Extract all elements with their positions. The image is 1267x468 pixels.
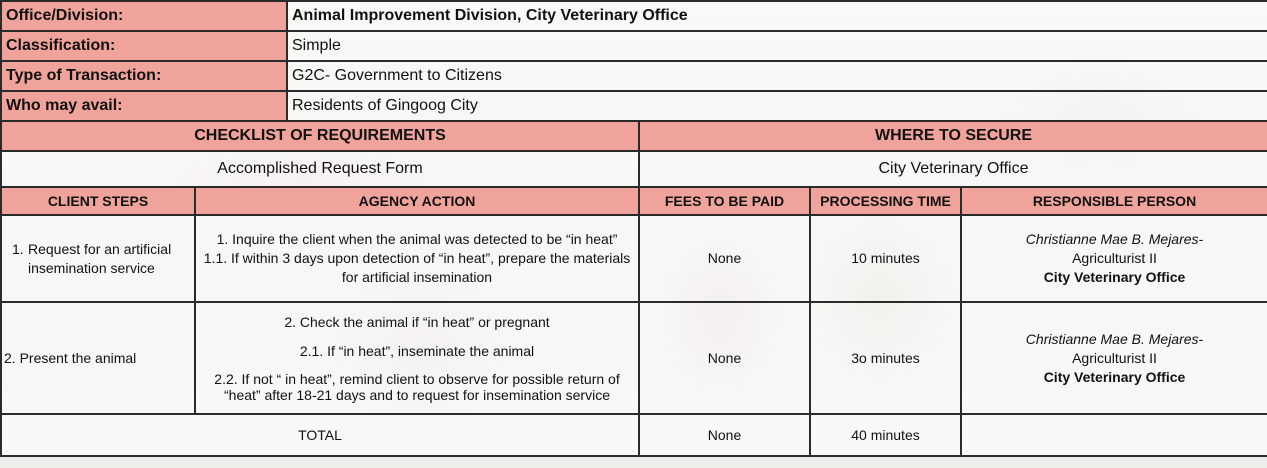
- checklist-header: CHECKLIST OF REQUIREMENTS: [0, 120, 640, 152]
- person-name: Christianne Mae B. Mejares-: [1025, 330, 1204, 347]
- person-name: Christianne Mae B. Mejares-: [1025, 231, 1204, 247]
- office-row: Office/Division: Animal Improvement Divi…: [0, 0, 1267, 32]
- classification-value: Simple: [286, 30, 1267, 62]
- transaction-row: Type of Transaction: G2C- Government to …: [0, 60, 1267, 92]
- transaction-value: G2C- Government to Citizens: [286, 60, 1267, 92]
- steps-table: CLIENT STEPS AGENCY ACTION FEES TO BE PA…: [0, 186, 1267, 457]
- responsible-person-cell: Christianne Mae B. Mejares- Agriculturis…: [960, 301, 1267, 415]
- agency-action-text: 2. Check the animal if “in heat” or preg…: [284, 314, 550, 330]
- classification-label: Classification:: [0, 30, 288, 62]
- avail-label: Who may avail:: [0, 90, 288, 122]
- person-org: City Veterinary Office: [1043, 368, 1186, 385]
- steps-header-row: CLIENT STEPS AGENCY ACTION FEES TO BE PA…: [0, 186, 1267, 216]
- total-fees: None: [638, 413, 811, 457]
- responsible-person-cell: Christianne Mae B. Mejares- Agriculturis…: [960, 214, 1267, 303]
- client-step-cell: 1. Request for an artificial inseminatio…: [0, 214, 196, 303]
- fees-cell: None: [638, 214, 811, 303]
- requirement-row: Accomplished Request Form City Veterinar…: [0, 150, 1267, 188]
- agency-action-cell: 2. Check the animal if “in heat” or preg…: [194, 301, 640, 415]
- agency-action-cell: 1. Inquire the client when the animal wa…: [194, 214, 640, 303]
- person-title: Agriculturist II: [1072, 250, 1157, 266]
- processing-time-cell: 3o minutes: [809, 301, 962, 415]
- agency-action-text: 1.1. If within 3 days upon detection of …: [203, 250, 631, 285]
- client-step-text: Request for an artificial insemination s…: [28, 240, 172, 276]
- fees-header: FEES TO BE PAID: [638, 186, 811, 216]
- responsible-person-header: RESPONSIBLE PERSON: [960, 186, 1267, 216]
- office-value: Animal Improvement Division, City Veteri…: [286, 0, 1267, 32]
- requirements-table: CHECKLIST OF REQUIREMENTS WHERE TO SECUR…: [0, 120, 1267, 188]
- processing-time-header: PROCESSING TIME: [809, 186, 962, 216]
- total-label: TOTAL: [0, 413, 640, 457]
- agency-action-text: 2.2. If not “ in heat”, remind client to…: [214, 371, 620, 403]
- agency-action-text: 2.1. If “in heat”, inseminate the animal: [299, 343, 535, 359]
- step-number: 1.: [12, 240, 24, 257]
- total-person-empty: [960, 413, 1267, 457]
- person-title: Agriculturist II: [1072, 349, 1157, 366]
- total-time: 40 minutes: [809, 413, 962, 457]
- processing-time-cell: 10 minutes: [809, 214, 962, 303]
- requirements-header-row: CHECKLIST OF REQUIREMENTS WHERE TO SECUR…: [0, 120, 1267, 152]
- service-info-table: Office/Division: Animal Improvement Divi…: [0, 0, 1267, 122]
- office-label: Office/Division:: [0, 0, 288, 32]
- avail-value: Residents of Gingoog City: [286, 90, 1267, 122]
- transaction-label: Type of Transaction:: [0, 60, 288, 92]
- table-row: 1. Request for an artificial inseminatio…: [0, 214, 1267, 303]
- requirement-where: City Veterinary Office: [638, 150, 1267, 188]
- person-org: City Veterinary Office: [1043, 269, 1186, 285]
- where-header: WHERE TO SECURE: [638, 120, 1267, 152]
- fees-cell: None: [638, 301, 811, 415]
- total-row: TOTAL None 40 minutes: [0, 413, 1267, 457]
- citizens-charter-page: Office/Division: Animal Improvement Divi…: [0, 0, 1267, 468]
- requirement-item: Accomplished Request Form: [0, 150, 640, 188]
- client-step-cell: 2. Present the animal: [0, 301, 196, 415]
- client-steps-header: CLIENT STEPS: [0, 186, 196, 216]
- classification-row: Classification: Simple: [0, 30, 1267, 62]
- agency-action-header: AGENCY ACTION: [194, 186, 640, 216]
- avail-row: Who may avail: Residents of Gingoog City: [0, 90, 1267, 122]
- table-row: 2. Present the animal 2. Check the anima…: [0, 301, 1267, 415]
- agency-action-text: 1. Inquire the client when the animal wa…: [216, 231, 618, 247]
